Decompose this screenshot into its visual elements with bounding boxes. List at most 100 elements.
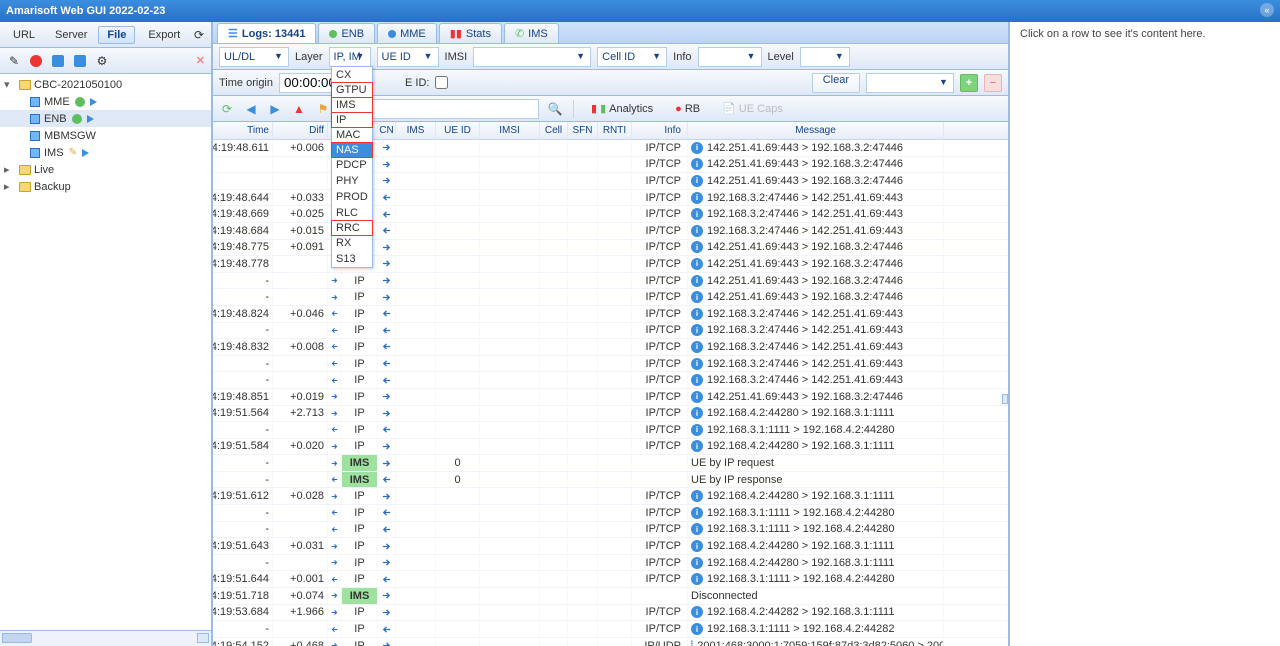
tool-icon[interactable]: ⚙ [94,53,110,69]
table-row[interactable]: 14:19:48.832+0.008IPIP/TCPi192.168.3.2:4… [213,339,1008,356]
column-header[interactable]: IMS [396,122,436,139]
table-row[interactable]: -IMS0UE by IP response [213,472,1008,489]
export-button[interactable]: Export [139,26,189,44]
server-button[interactable]: Server [46,26,96,44]
v-scrollbar[interactable] [1002,394,1008,404]
url-button[interactable]: URL [4,26,44,44]
table-row[interactable]: -IMS0UE by IP request [213,455,1008,472]
column-header[interactable]: Diff [273,122,328,139]
column-header[interactable]: Cell [540,122,568,139]
layer-option[interactable]: IP [331,112,373,128]
column-header[interactable]: RNTI [598,122,632,139]
column-header[interactable]: CN [378,122,396,139]
tree-node[interactable]: MBMSGW [0,127,211,144]
layer-option[interactable]: MAC [332,127,372,143]
layer-option[interactable]: PROD [332,189,372,205]
expand-icon[interactable]: ▾ [4,78,16,91]
file-button[interactable]: File [98,26,135,44]
layer-option[interactable]: RRC [331,220,373,236]
layer-option[interactable]: PHY [332,173,372,189]
tab-mme[interactable]: MME [377,23,437,43]
column-header[interactable]: SFN [568,122,598,139]
table-row[interactable]: 14:19:51.564+2.713IPIP/TCPi192.168.4.2:4… [213,406,1008,423]
table-row[interactable]: 14:19:48.851+0.019IPIP/TCPi142.251.41.69… [213,389,1008,406]
cellid-combo[interactable]: Cell ID▼ [597,47,667,67]
clear-button[interactable]: Clear [812,73,860,93]
warn-icon[interactable]: ▲ [291,101,307,117]
column-header[interactable]: Message [688,122,944,139]
layer-option[interactable]: IMS [331,97,373,113]
column-header[interactable]: Info [632,122,688,139]
table-row[interactable]: 14:19:54.152+0.468IPIP/UDPi2001:468:3000… [213,638,1008,646]
flag-icon[interactable]: ⚑ [315,101,331,117]
table-row[interactable]: -IPIP/TCPi142.251.41.69:443 > 192.168.3.… [213,273,1008,290]
table-row[interactable]: -IPIP/TCPi142.251.41.69:443 > 192.168.3.… [213,289,1008,306]
tab-enb[interactable]: ENB [318,23,375,43]
table-row[interactable]: -IPIP/TCPi192.168.4.2:44280 > 192.168.3.… [213,555,1008,572]
column-header[interactable]: UE ID [436,122,480,139]
tab-ims[interactable]: ✆IMS [504,23,559,43]
ueid-combo[interactable]: UE ID▼ [377,47,439,67]
table-row[interactable]: -IPIP/TCPi192.168.3.2:47446 > 142.251.41… [213,356,1008,373]
imsi-combo[interactable]: ▼ [473,47,591,67]
reload-icon[interactable]: ⟳ [219,101,235,117]
table-row[interactable]: -IPIP/TCPi192.168.3.1:1111 > 192.168.4.2… [213,522,1008,539]
column-header[interactable]: IMSI [480,122,540,139]
binoculars-icon[interactable]: 🔍 [547,101,563,117]
column-header[interactable]: Time [213,122,273,139]
play-icon[interactable] [82,149,89,157]
tree-root[interactable]: ▾ CBC-2021050100 [0,76,211,93]
nav-fwd-icon[interactable]: ▶ [267,101,283,117]
wand-icon[interactable]: ✎ [6,53,22,69]
info-combo[interactable]: ▼ [698,47,762,67]
search-input[interactable] [352,99,539,119]
layer-option[interactable]: RLC [332,205,372,221]
tree-node[interactable]: ▸Backup [0,178,211,195]
table-row[interactable]: 14:19:51.718+0.074IMSDisconnected [213,588,1008,605]
tree-node[interactable]: MME [0,93,211,110]
nav-back-icon[interactable]: ◀ [243,101,259,117]
tab-logs-13441[interactable]: ☰Logs: 13441 [217,23,316,43]
table-row[interactable]: -IPIP/TCPi192.168.3.1:1111 > 192.168.4.2… [213,505,1008,522]
tree-node[interactable]: ▸Live [0,161,211,178]
table-row[interactable]: -IPIP/TCPi192.168.3.2:47446 > 142.251.41… [213,372,1008,389]
layer-option[interactable]: S13 [332,251,372,267]
layer-combo[interactable]: IP, IM▼ [329,47,371,67]
close-icon[interactable]: ✕ [196,54,205,67]
layer-option[interactable]: NAS [331,142,373,158]
tab-stats[interactable]: ▮▮Stats [439,23,502,43]
remove-filter-button[interactable]: − [984,74,1002,92]
expand-icon[interactable]: ▸ [4,163,16,176]
add-filter-button[interactable]: + [960,74,978,92]
clear-combo[interactable]: ▼ [866,73,954,93]
collapse-icon[interactable]: « [1260,3,1274,17]
layer-dropdown[interactable]: CXGTPUIMSIPMACNASPDCPPHYPRODRLCRRCRXS13 [331,66,373,268]
layer-option[interactable]: PDCP [332,157,372,173]
h-scrollbar[interactable] [0,630,211,646]
table-row[interactable]: 14:19:51.612+0.028IPIP/TCPi192.168.4.2:4… [213,488,1008,505]
table-row[interactable]: 14:19:51.584+0.020IPIP/TCPi192.168.4.2:4… [213,439,1008,456]
level-combo[interactable]: ▼ [800,47,850,67]
uldl-combo[interactable]: UL/DL▼ [219,47,289,67]
analytics-button[interactable]: ▮▮Analytics [584,99,660,119]
layer-option[interactable]: GTPU [331,82,373,98]
layer-option[interactable]: RX [332,235,372,251]
stop-icon[interactable] [28,53,44,69]
table-row[interactable]: 14:19:51.643+0.031IPIP/TCPi192.168.4.2:4… [213,538,1008,555]
table-row[interactable]: 14:19:53.684+1.966IPIP/TCPi192.168.4.2:4… [213,605,1008,622]
play-icon[interactable] [90,98,97,106]
table-row[interactable]: -IPIP/TCPi192.168.3.1:1111 > 192.168.4.2… [213,422,1008,439]
expand-icon[interactable]: ▸ [4,180,16,193]
table-row[interactable]: 14:19:48.824+0.046IPIP/TCPi192.168.3.2:4… [213,306,1008,323]
table-row[interactable]: 14:19:51.644+0.001IPIP/TCPi192.168.3.1:1… [213,571,1008,588]
refresh-icon[interactable]: ⟳ [191,27,207,43]
layer-option[interactable]: CX [332,67,372,83]
rb-button[interactable]: ●RB [668,99,707,119]
table-row[interactable]: -IPIP/TCPi192.168.3.2:47446 > 142.251.41… [213,323,1008,340]
tree-node[interactable]: IMS✎ [0,144,211,161]
table-row[interactable]: -IPIP/TCPi192.168.3.1:1111 > 192.168.4.2… [213,621,1008,638]
tree-node[interactable]: ENB [0,110,211,127]
play-icon[interactable] [87,115,94,123]
eid-checkbox[interactable] [435,76,448,89]
block2-icon[interactable] [72,53,88,69]
